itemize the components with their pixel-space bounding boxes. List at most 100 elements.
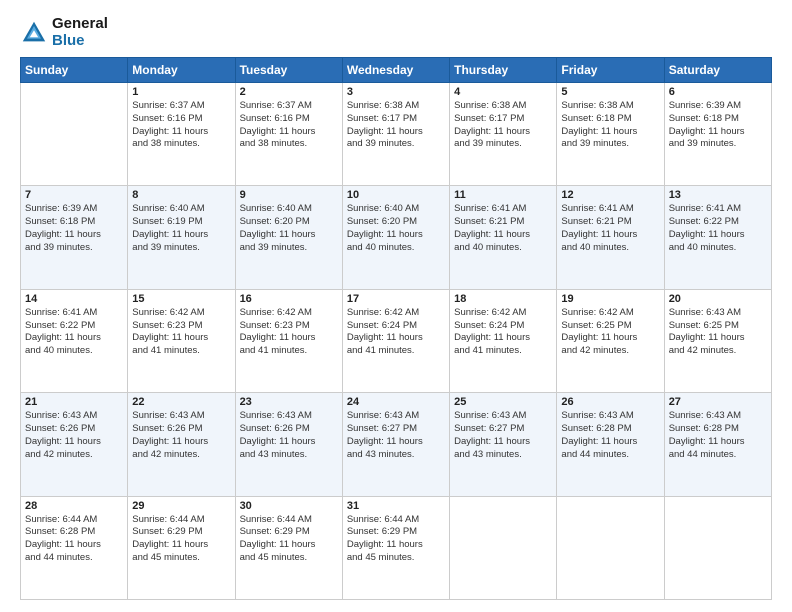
calendar-cell: 28 Sunrise: 6:44 AM Sunset: 6:28 PM Dayli… — [21, 496, 128, 599]
day-info: Sunrise: 6:37 AM Sunset: 6:16 PM Dayligh… — [240, 100, 338, 151]
calendar-cell: 19 Sunrise: 6:42 AM Sunset: 6:25 PM Dayli… — [557, 289, 664, 392]
day-number: 31 — [347, 500, 445, 512]
day-number: 2 — [240, 86, 338, 98]
calendar-table: SundayMondayTuesdayWednesdayThursdayFrid… — [20, 57, 772, 600]
calendar-cell: 23 Sunrise: 6:43 AM Sunset: 6:26 PM Dayli… — [235, 393, 342, 496]
day-number: 28 — [25, 500, 123, 512]
day-info: Sunrise: 6:41 AM Sunset: 6:22 PM Dayligh… — [669, 203, 767, 254]
day-info: Sunrise: 6:40 AM Sunset: 6:20 PM Dayligh… — [347, 203, 445, 254]
day-info: Sunrise: 6:43 AM Sunset: 6:28 PM Dayligh… — [561, 410, 659, 461]
calendar-week-row: 1 Sunrise: 6:37 AM Sunset: 6:16 PM Daylig… — [21, 83, 772, 186]
logo: General Blue — [20, 16, 108, 49]
calendar-cell: 6 Sunrise: 6:39 AM Sunset: 6:18 PM Daylig… — [664, 83, 771, 186]
calendar-cell — [664, 496, 771, 599]
day-number: 29 — [132, 500, 230, 512]
calendar-cell: 22 Sunrise: 6:43 AM Sunset: 6:26 PM Dayli… — [128, 393, 235, 496]
calendar-week-row: 14 Sunrise: 6:41 AM Sunset: 6:22 PM Dayli… — [21, 289, 772, 392]
day-info: Sunrise: 6:44 AM Sunset: 6:28 PM Dayligh… — [25, 514, 123, 565]
day-number: 19 — [561, 293, 659, 305]
calendar-cell: 21 Sunrise: 6:43 AM Sunset: 6:26 PM Dayli… — [21, 393, 128, 496]
day-number: 25 — [454, 396, 552, 408]
day-info: Sunrise: 6:43 AM Sunset: 6:27 PM Dayligh… — [454, 410, 552, 461]
day-info: Sunrise: 6:43 AM Sunset: 6:26 PM Dayligh… — [240, 410, 338, 461]
day-info: Sunrise: 6:41 AM Sunset: 6:21 PM Dayligh… — [454, 203, 552, 254]
day-number: 8 — [132, 189, 230, 201]
day-number: 20 — [669, 293, 767, 305]
calendar-cell: 26 Sunrise: 6:43 AM Sunset: 6:28 PM Dayli… — [557, 393, 664, 496]
calendar-cell: 4 Sunrise: 6:38 AM Sunset: 6:17 PM Daylig… — [450, 83, 557, 186]
calendar-header-sunday: Sunday — [21, 58, 128, 83]
day-number: 6 — [669, 86, 767, 98]
day-number: 27 — [669, 396, 767, 408]
day-info: Sunrise: 6:40 AM Sunset: 6:19 PM Dayligh… — [132, 203, 230, 254]
calendar-cell: 15 Sunrise: 6:42 AM Sunset: 6:23 PM Dayli… — [128, 289, 235, 392]
calendar-cell: 16 Sunrise: 6:42 AM Sunset: 6:23 PM Dayli… — [235, 289, 342, 392]
day-number: 26 — [561, 396, 659, 408]
day-number: 4 — [454, 86, 552, 98]
calendar-header-wednesday: Wednesday — [342, 58, 449, 83]
day-info: Sunrise: 6:43 AM Sunset: 6:25 PM Dayligh… — [669, 307, 767, 358]
calendar-cell: 2 Sunrise: 6:37 AM Sunset: 6:16 PM Daylig… — [235, 83, 342, 186]
calendar-cell: 27 Sunrise: 6:43 AM Sunset: 6:28 PM Dayli… — [664, 393, 771, 496]
day-info: Sunrise: 6:42 AM Sunset: 6:23 PM Dayligh… — [240, 307, 338, 358]
calendar-cell: 17Sunrise: 6:42 AM Sunset: 6:24 PM Dayli… — [342, 289, 449, 392]
calendar-cell: 20 Sunrise: 6:43 AM Sunset: 6:25 PM Dayli… — [664, 289, 771, 392]
day-number: 17 — [347, 293, 445, 305]
calendar-cell: 10 Sunrise: 6:40 AM Sunset: 6:20 PM Dayli… — [342, 186, 449, 289]
day-number: 16 — [240, 293, 338, 305]
day-number: 1 — [132, 86, 230, 98]
calendar-header-tuesday: Tuesday — [235, 58, 342, 83]
day-info: Sunrise: 6:38 AM Sunset: 6:17 PM Dayligh… — [454, 100, 552, 151]
calendar-week-row: 28 Sunrise: 6:44 AM Sunset: 6:28 PM Dayli… — [21, 496, 772, 599]
header: General Blue — [20, 16, 772, 49]
calendar-cell: 13Sunrise: 6:41 AM Sunset: 6:22 PM Dayli… — [664, 186, 771, 289]
day-info: Sunrise: 6:44 AM Sunset: 6:29 PM Dayligh… — [240, 514, 338, 565]
calendar-cell — [557, 496, 664, 599]
day-number: 5 — [561, 86, 659, 98]
day-number: 9 — [240, 189, 338, 201]
day-number: 21 — [25, 396, 123, 408]
calendar-header-monday: Monday — [128, 58, 235, 83]
calendar-cell — [21, 83, 128, 186]
calendar-header-friday: Friday — [557, 58, 664, 83]
day-info: Sunrise: 6:42 AM Sunset: 6:23 PM Dayligh… — [132, 307, 230, 358]
day-info: Sunrise: 6:44 AM Sunset: 6:29 PM Dayligh… — [132, 514, 230, 565]
calendar-cell — [450, 496, 557, 599]
day-number: 3 — [347, 86, 445, 98]
day-info: Sunrise: 6:43 AM Sunset: 6:26 PM Dayligh… — [132, 410, 230, 461]
calendar-cell: 3 Sunrise: 6:38 AM Sunset: 6:17 PM Daylig… — [342, 83, 449, 186]
day-info: Sunrise: 6:38 AM Sunset: 6:18 PM Dayligh… — [561, 100, 659, 151]
day-info: Sunrise: 6:39 AM Sunset: 6:18 PM Dayligh… — [669, 100, 767, 151]
page: General Blue SundayMondayTuesdayWednesda… — [0, 0, 792, 612]
calendar-cell: 18Sunrise: 6:42 AM Sunset: 6:24 PM Dayli… — [450, 289, 557, 392]
day-info: Sunrise: 6:44 AM Sunset: 6:29 PM Dayligh… — [347, 514, 445, 565]
day-number: 22 — [132, 396, 230, 408]
day-info: Sunrise: 6:41 AM Sunset: 6:22 PM Dayligh… — [25, 307, 123, 358]
calendar-cell: 8 Sunrise: 6:40 AM Sunset: 6:19 PM Daylig… — [128, 186, 235, 289]
calendar-cell: 30 Sunrise: 6:44 AM Sunset: 6:29 PM Dayli… — [235, 496, 342, 599]
calendar-cell: 9 Sunrise: 6:40 AM Sunset: 6:20 PM Daylig… — [235, 186, 342, 289]
calendar-cell: 7Sunrise: 6:39 AM Sunset: 6:18 PM Daylig… — [21, 186, 128, 289]
day-number: 11 — [454, 189, 552, 201]
day-number: 12 — [561, 189, 659, 201]
day-info: Sunrise: 6:42 AM Sunset: 6:25 PM Dayligh… — [561, 307, 659, 358]
calendar-header-saturday: Saturday — [664, 58, 771, 83]
day-number: 14 — [25, 293, 123, 305]
day-info: Sunrise: 6:37 AM Sunset: 6:16 PM Dayligh… — [132, 100, 230, 151]
day-info: Sunrise: 6:40 AM Sunset: 6:20 PM Dayligh… — [240, 203, 338, 254]
calendar-header-row: SundayMondayTuesdayWednesdayThursdayFrid… — [21, 58, 772, 83]
day-number: 10 — [347, 189, 445, 201]
calendar-cell: 31 Sunrise: 6:44 AM Sunset: 6:29 PM Dayli… — [342, 496, 449, 599]
day-info: Sunrise: 6:43 AM Sunset: 6:26 PM Dayligh… — [25, 410, 123, 461]
logo-text: General Blue — [52, 16, 108, 49]
day-number: 15 — [132, 293, 230, 305]
calendar-cell: 14 Sunrise: 6:41 AM Sunset: 6:22 PM Dayli… — [21, 289, 128, 392]
day-info: Sunrise: 6:42 AM Sunset: 6:24 PM Dayligh… — [454, 307, 552, 358]
day-number: 23 — [240, 396, 338, 408]
day-number: 7 — [25, 189, 123, 201]
calendar-cell: 25 Sunrise: 6:43 AM Sunset: 6:27 PM Dayli… — [450, 393, 557, 496]
day-info: Sunrise: 6:43 AM Sunset: 6:28 PM Dayligh… — [669, 410, 767, 461]
day-number: 30 — [240, 500, 338, 512]
day-info: Sunrise: 6:38 AM Sunset: 6:17 PM Dayligh… — [347, 100, 445, 151]
day-info: Sunrise: 6:43 AM Sunset: 6:27 PM Dayligh… — [347, 410, 445, 461]
